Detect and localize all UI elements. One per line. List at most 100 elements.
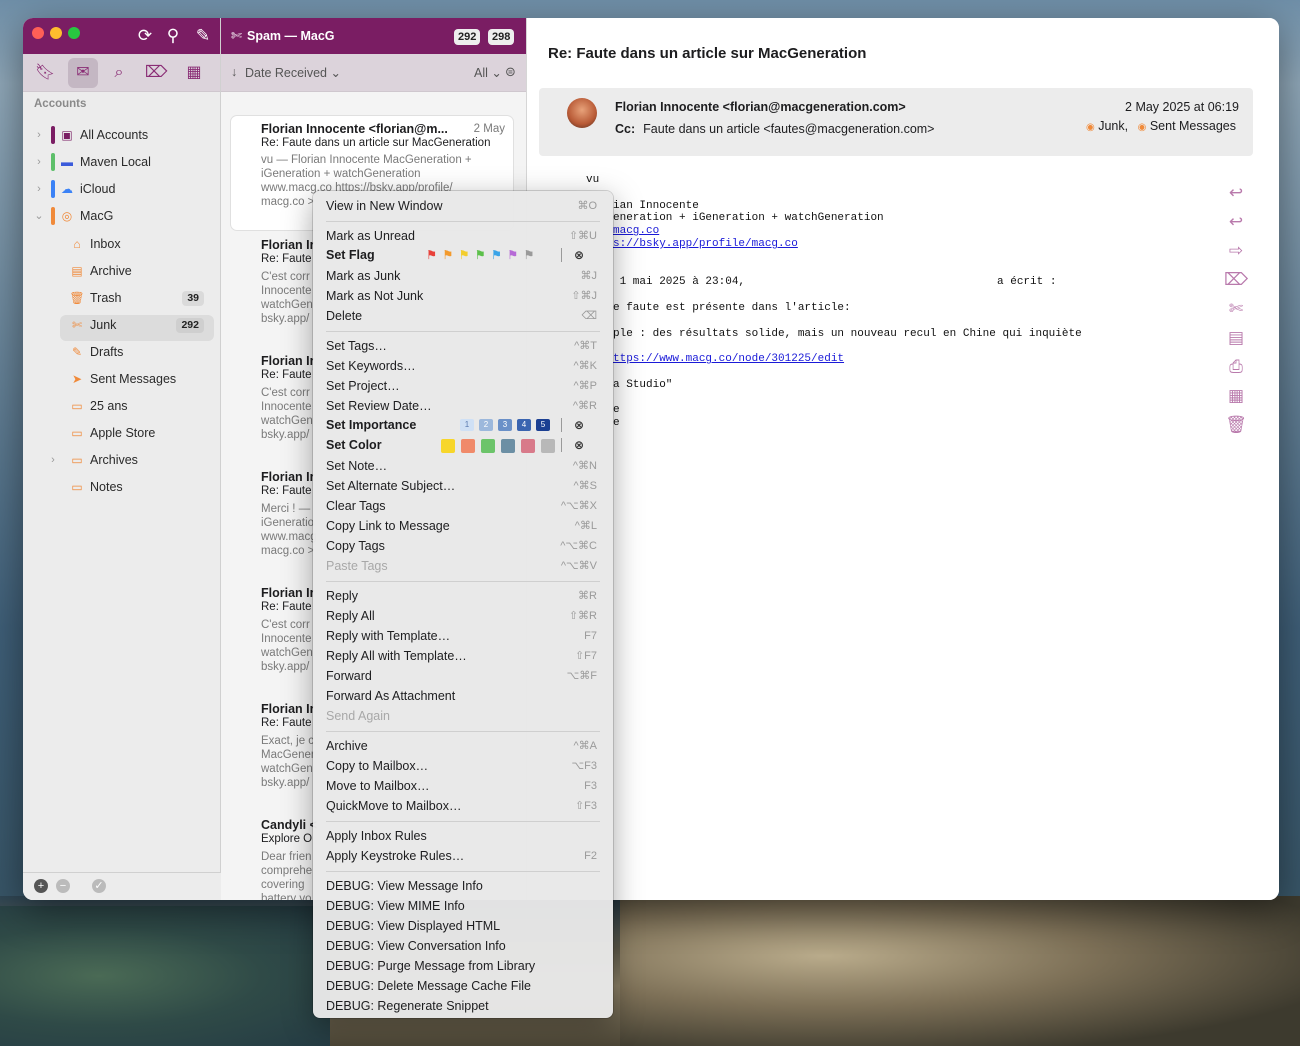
add-icon[interactable]: + bbox=[34, 879, 48, 893]
menu-item-mark-as-not-junk[interactable]: Mark as Not Junk ⇧⌘J bbox=[326, 286, 600, 306]
mailbox-search-icon[interactable]: ⌕ bbox=[104, 58, 134, 88]
sidebar-item-all-accounts[interactable]: ▣ All Accounts bbox=[59, 124, 148, 146]
calendar-icon[interactable]: ▦ bbox=[179, 58, 209, 88]
tag-icon[interactable]: ⌦ bbox=[141, 58, 171, 88]
menu-item-view-in-new-window[interactable]: View in New Window ⌘O bbox=[326, 196, 600, 216]
filter-dropdown[interactable]: All ⌄ bbox=[474, 65, 502, 80]
menu-item-reply-all[interactable]: Reply All ⇧⌘R bbox=[326, 606, 600, 626]
menu-item-copy-to-mailbox[interactable]: Copy to Mailbox… ⌥F3 bbox=[326, 756, 600, 776]
sidebar-item-archives[interactable]: ▭ Archives bbox=[69, 449, 214, 471]
menu-item-debug-view-conversation-info[interactable]: DEBUG: View Conversation Info bbox=[326, 936, 600, 956]
menu-item-mark-as-junk[interactable]: Mark as Junk ⌘J bbox=[326, 266, 600, 286]
menu-item-debug-regenerate-snippet[interactable]: DEBUG: Regenerate Snippet bbox=[326, 996, 600, 1016]
color-swatch-yellow[interactable] bbox=[441, 438, 455, 453]
menu-item-copy-link-to-message[interactable]: Copy Link to Message ^⌘L bbox=[326, 516, 600, 536]
print-icon[interactable]: ⎙ bbox=[1223, 352, 1249, 381]
sidebar-item-maven-local[interactable]: ▬ Maven Local bbox=[59, 151, 151, 173]
menu-item-reply-with-template[interactable]: Reply with Template… F7 bbox=[326, 626, 600, 646]
sidebar-item-apple-store[interactable]: ▭ Apple Store bbox=[69, 422, 214, 444]
menu-item-clear-tags[interactable]: Clear Tags ^⌥⌘X bbox=[326, 496, 600, 516]
menu-item-quickmove-to-mailbox[interactable]: QuickMove to Mailbox… ⇧F3 bbox=[326, 796, 600, 816]
website-link[interactable]: macg.co bbox=[613, 225, 659, 237]
menu-item-apply-inbox-rules[interactable]: Apply Inbox Rules bbox=[326, 826, 600, 846]
compose-icon[interactable]: ✎ bbox=[193, 26, 213, 46]
bookmark-icon[interactable]: 🔖︎ bbox=[30, 58, 60, 88]
menu-item-forward-as-attachment[interactable]: Forward As Attachment bbox=[326, 686, 600, 706]
color-swatch-green[interactable] bbox=[481, 438, 495, 453]
menu-item-debug-purge-message[interactable]: DEBUG: Purge Message from Library bbox=[326, 956, 600, 976]
sidebar-item-inbox[interactable]: ⌂ Inbox bbox=[69, 233, 214, 255]
chevron-right-icon[interactable]: › bbox=[33, 124, 45, 146]
message-from[interactable]: Florian Innocente <florian@macgeneration… bbox=[615, 100, 906, 114]
menu-item-set-color[interactable]: Set Color ⊗ bbox=[326, 435, 600, 455]
reply-icon[interactable]: ↩ bbox=[1223, 178, 1249, 207]
menu-item-apply-keystroke-rules[interactable]: Apply Keystroke Rules… F2 bbox=[326, 846, 600, 866]
remove-icon[interactable]: − bbox=[56, 879, 70, 893]
flag-gray-icon[interactable]: ⚑ bbox=[523, 248, 534, 262]
color-swatch-salmon[interactable] bbox=[461, 438, 475, 453]
trash-icon[interactable]: 🗑︎ bbox=[1223, 410, 1249, 439]
menu-item-debug-delete-cache-file[interactable]: DEBUG: Delete Message Cache File bbox=[326, 976, 600, 996]
sort-direction-icon[interactable]: ↓ bbox=[231, 65, 237, 79]
close-window-button[interactable] bbox=[32, 27, 44, 39]
sidebar-item-sent-messages[interactable]: ➤ Sent Messages bbox=[69, 368, 214, 390]
menu-item-set-project[interactable]: Set Project… ^⌘P bbox=[326, 376, 600, 396]
tag-icon[interactable]: ⌦ bbox=[1223, 265, 1249, 294]
sidebar-item-macg[interactable]: ◎ MacG bbox=[59, 205, 114, 227]
forward-icon[interactable]: ⇨ bbox=[1223, 236, 1249, 265]
chevron-right-icon[interactable]: › bbox=[33, 178, 45, 200]
menu-item-reply-all-with-template[interactable]: Reply All with Template… ⇧F7 bbox=[326, 646, 600, 666]
filter-icon[interactable]: ⊜ bbox=[505, 64, 516, 80]
junk-icon[interactable]: ✄ bbox=[1223, 294, 1249, 323]
bluesky-link[interactable]: s://bsky.app/profile/macg.co bbox=[613, 238, 798, 250]
tag-junk[interactable]: Junk bbox=[1098, 119, 1124, 133]
sort-by-dropdown[interactable]: Date Received ⌄ bbox=[245, 65, 341, 80]
color-swatch-rose[interactable] bbox=[521, 438, 535, 453]
flag-orange-icon[interactable]: ⚑ bbox=[442, 248, 453, 262]
sidebar-item-icloud[interactable]: ☁︎ iCloud bbox=[59, 178, 115, 200]
refresh-icon[interactable]: ⟳ bbox=[135, 26, 155, 46]
importance-level-3[interactable]: 3 bbox=[498, 419, 512, 431]
sidebar-item-drafts[interactable]: ✎ Drafts bbox=[69, 341, 214, 363]
mailboxes-tab-icon[interactable]: ✉︎ bbox=[68, 58, 98, 88]
menu-item-set-tags[interactable]: Set Tags… ^⌘T bbox=[326, 336, 600, 356]
flag-blue-icon[interactable]: ⚑ bbox=[491, 248, 502, 262]
move-icon[interactable]: ▦ bbox=[1223, 381, 1249, 410]
menu-item-debug-view-mime-info[interactable]: DEBUG: View MIME Info bbox=[326, 896, 600, 916]
menu-item-debug-view-displayed-html[interactable]: DEBUG: View Displayed HTML bbox=[326, 916, 600, 936]
minimize-window-button[interactable] bbox=[50, 27, 62, 39]
sidebar-item-notes[interactable]: ▭ Notes bbox=[69, 476, 214, 498]
menu-item-delete[interactable]: Delete ⌫ bbox=[326, 306, 600, 326]
flag-red-icon[interactable]: ⚑ bbox=[426, 248, 437, 262]
menu-item-move-to-mailbox[interactable]: Move to Mailbox… F3 bbox=[326, 776, 600, 796]
sidebar-item-trash[interactable]: 🗑︎ Trash 39 bbox=[69, 287, 214, 309]
menu-item-set-review-date[interactable]: Set Review Date… ^⌘R bbox=[326, 396, 600, 416]
menu-item-debug-view-message-info[interactable]: DEBUG: View Message Info bbox=[326, 876, 600, 896]
chevron-right-icon[interactable]: › bbox=[47, 449, 59, 471]
menu-item-copy-tags[interactable]: Copy Tags ^⌥⌘C bbox=[326, 536, 600, 556]
menu-item-set-alternate-subject[interactable]: Set Alternate Subject… ^⌘S bbox=[326, 476, 600, 496]
importance-level-1[interactable]: 1 bbox=[460, 419, 474, 431]
sidebar-item-archive[interactable]: ▤ Archive bbox=[69, 260, 214, 282]
menu-item-set-importance[interactable]: Set Importance 12345 ⊗ bbox=[326, 415, 600, 435]
clear-flag-icon[interactable]: ⊗ bbox=[574, 245, 584, 265]
sidebar-item-25-ans[interactable]: ▭ 25 ans bbox=[69, 395, 214, 417]
cc-address[interactable]: Faute dans un article <fautes@macgenerat… bbox=[643, 122, 934, 136]
flag-yellow-icon[interactable]: ⚑ bbox=[458, 248, 469, 262]
clear-color-icon[interactable]: ⊗ bbox=[574, 435, 584, 455]
menu-item-set-flag[interactable]: Set Flag ⚑ ⚑ ⚑ ⚑ ⚑ ⚑ ⚑ ⊗ bbox=[326, 245, 600, 265]
zoom-window-button[interactable] bbox=[68, 27, 80, 39]
search-icon[interactable]: ⚲ bbox=[163, 26, 183, 46]
action-icon[interactable]: ✓ bbox=[92, 879, 106, 893]
menu-item-mark-as-unread[interactable]: Mark as Unread ⇧⌘U bbox=[326, 226, 600, 246]
color-swatch-gray[interactable] bbox=[541, 438, 555, 453]
clear-importance-icon[interactable]: ⊗ bbox=[574, 415, 584, 435]
importance-level-2[interactable]: 2 bbox=[479, 419, 493, 431]
menu-item-reply[interactable]: Reply ⌘R bbox=[326, 586, 600, 606]
menu-item-forward[interactable]: Forward ⌥⌘F bbox=[326, 666, 600, 686]
color-swatch-slate[interactable] bbox=[501, 438, 515, 453]
flag-purple-icon[interactable]: ⚑ bbox=[507, 248, 518, 262]
chevron-down-icon[interactable]: ⌄ bbox=[33, 205, 45, 227]
chevron-right-icon[interactable]: › bbox=[33, 151, 45, 173]
menu-item-archive[interactable]: Archive ^⌘A bbox=[326, 736, 600, 756]
